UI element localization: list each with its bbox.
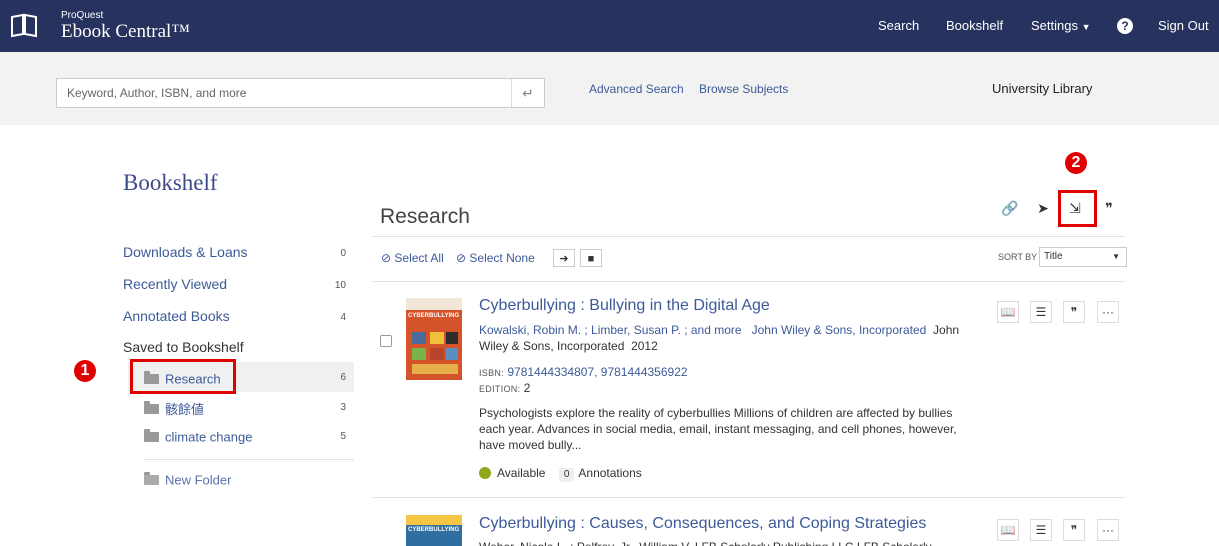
sort-value: Title <box>1044 251 1063 262</box>
publisher-text: John <box>933 323 960 337</box>
select-all-button[interactable]: ⊘ Select All <box>381 251 444 265</box>
move-icon[interactable]: ➜ <box>553 249 575 267</box>
divider <box>372 236 1125 237</box>
annotations-count: 0 <box>558 468 575 482</box>
nav-bookshelf[interactable]: Bookshelf <box>946 0 1003 52</box>
select-all-label: Select All <box>394 251 444 265</box>
edition-value: 2 <box>523 381 531 395</box>
brand-proquest: ProQuest <box>61 10 104 21</box>
library-name: University Library <box>992 81 1093 96</box>
folder-icon <box>144 400 159 414</box>
search-box: ↵ <box>56 78 545 108</box>
book-isbn-line: ISBN: 9781444334807, 9781444356922 <box>479 364 688 381</box>
folder-climate-change[interactable]: climate change <box>128 420 354 450</box>
select-none-button[interactable]: ⊘ Select None <box>456 251 535 265</box>
more-options-icon[interactable]: ··· <box>1097 519 1119 541</box>
cite-icon[interactable]: ❞ <box>1063 301 1085 323</box>
book-authors-line: Kowalski, Robin M. ; Limber, Susan P. ; … <box>479 322 959 338</box>
new-folder-button[interactable]: New Folder <box>144 471 231 489</box>
search-input[interactable] <box>57 79 513 107</box>
cite-icon[interactable]: ❞ <box>1063 519 1085 541</box>
help-icon[interactable]: ? <box>1117 18 1133 34</box>
remove-icon[interactable]: ■ <box>580 249 602 267</box>
top-navigation-bar: ProQuest Ebook Central™ Search Bookshelf… <box>0 0 1219 52</box>
isbn-label: ISBN: <box>479 368 505 378</box>
divider <box>144 459 354 460</box>
sidebar-item-recently-viewed[interactable]: Recently Viewed <box>123 276 227 292</box>
send-icon[interactable]: ➤ <box>1031 196 1055 220</box>
step-marker-2: 2 <box>1065 152 1087 174</box>
folder-count: 6 <box>340 372 346 383</box>
publisher-link[interactable]: John Wiley & Sons, Incorporated <box>752 323 927 337</box>
nav-settings-label: Settings <box>1031 18 1078 33</box>
nav-settings[interactable]: Settings ▼ <box>1031 0 1091 52</box>
folder-count: 3 <box>340 402 346 413</box>
cover-title: CYBERBULLYING <box>408 313 460 319</box>
read-online-icon[interactable]: 📖 <box>997 301 1019 323</box>
new-folder-label: New Folder <box>165 472 232 488</box>
divider <box>372 497 1125 498</box>
sidebar-count: 4 <box>340 312 346 323</box>
enter-search-icon[interactable]: ↵ <box>511 79 544 107</box>
book-description: Psychologists explore the reality of cyb… <box>479 406 957 452</box>
nav-search[interactable]: Search <box>878 0 919 52</box>
author-links[interactable]: Kowalski, Robin M. ; Limber, Susan P. ; … <box>479 323 742 337</box>
availability-line: Available 0 Annotations <box>497 465 642 482</box>
new-folder-icon <box>144 471 159 485</box>
caret-down-icon: ▼ <box>1112 252 1120 261</box>
sidebar-item-annotated[interactable]: Annotated Books <box>123 308 230 324</box>
browse-subjects-link[interactable]: Browse Subjects <box>699 82 788 96</box>
brand-ebook-central[interactable]: Ebook Central™ <box>61 21 190 43</box>
cite-icon[interactable]: ❞ <box>1097 196 1121 220</box>
highlight-box-export <box>1058 190 1097 227</box>
cover-title: CYBERBULLYING <box>408 527 460 533</box>
book-publisher-line: Wiley & Sons, Incorporated 2012 <box>479 338 658 354</box>
book-title[interactable]: Cyberbullying : Bullying in the Digital … <box>479 297 770 315</box>
sidebar-count: 10 <box>334 280 346 291</box>
step-marker-1: 1 <box>74 360 96 382</box>
available-status-icon <box>479 467 491 479</box>
sort-select[interactable]: Title ▼ <box>1039 247 1127 267</box>
folder-count: 5 <box>340 431 346 442</box>
nav-sign-out[interactable]: Sign Out <box>1158 0 1209 52</box>
caret-down-icon: ▼ <box>1081 22 1091 32</box>
book-edition-line: EDITION: 2 <box>479 380 530 397</box>
table-of-contents-icon[interactable]: ☰ <box>1030 519 1052 541</box>
book-cover[interactable]: CYBERBULLYING <box>406 298 462 380</box>
divider <box>372 281 1125 282</box>
book-cover[interactable]: CYBERBULLYING <box>406 515 462 546</box>
publisher-text: Wiley & Sons, Incorporated <box>479 339 625 353</box>
read-online-icon[interactable]: 📖 <box>997 519 1019 541</box>
sidebar-item-saved: Saved to Bookshelf <box>123 339 244 355</box>
folder-title: Research <box>380 205 470 228</box>
available-label: Available <box>497 466 546 480</box>
folder-chinese[interactable]: 骸餘値 <box>128 392 354 422</box>
select-none-label: Select None <box>469 251 535 265</box>
folder-label: 骸餘値 <box>165 402 205 417</box>
book-authors-line[interactable]: Weber, Nicole L. ; Pelfrey, Jr., William… <box>479 539 932 546</box>
highlight-box-research <box>130 359 236 394</box>
circle-slash-icon: ⊘ <box>456 251 467 265</box>
link-icon[interactable]: 🔗 <box>998 196 1022 220</box>
edition-label: EDITION: <box>479 384 521 394</box>
page-title: Bookshelf <box>123 170 218 195</box>
advanced-search-link[interactable]: Advanced Search <box>589 82 684 96</box>
table-of-contents-icon[interactable]: ☰ <box>1030 301 1052 323</box>
sort-by-label: SORT BY <box>998 252 1038 262</box>
folder-icon <box>144 428 159 442</box>
book-title[interactable]: Cyberbullying : Causes, Consequences, an… <box>479 515 926 533</box>
publication-year: 2012 <box>631 339 658 353</box>
isbn-value[interactable]: 9781444334807, 9781444356922 <box>507 365 687 379</box>
sidebar-item-downloads[interactable]: Downloads & Loans <box>123 244 248 260</box>
book-checkbox[interactable] <box>380 335 392 347</box>
annotations-label: Annotations <box>578 466 642 480</box>
sidebar-count: 0 <box>340 248 346 259</box>
folder-label: climate change <box>165 429 253 445</box>
check-circle-icon: ⊘ <box>381 251 392 265</box>
open-book-icon[interactable] <box>10 12 38 38</box>
more-options-icon[interactable]: ··· <box>1097 301 1119 323</box>
